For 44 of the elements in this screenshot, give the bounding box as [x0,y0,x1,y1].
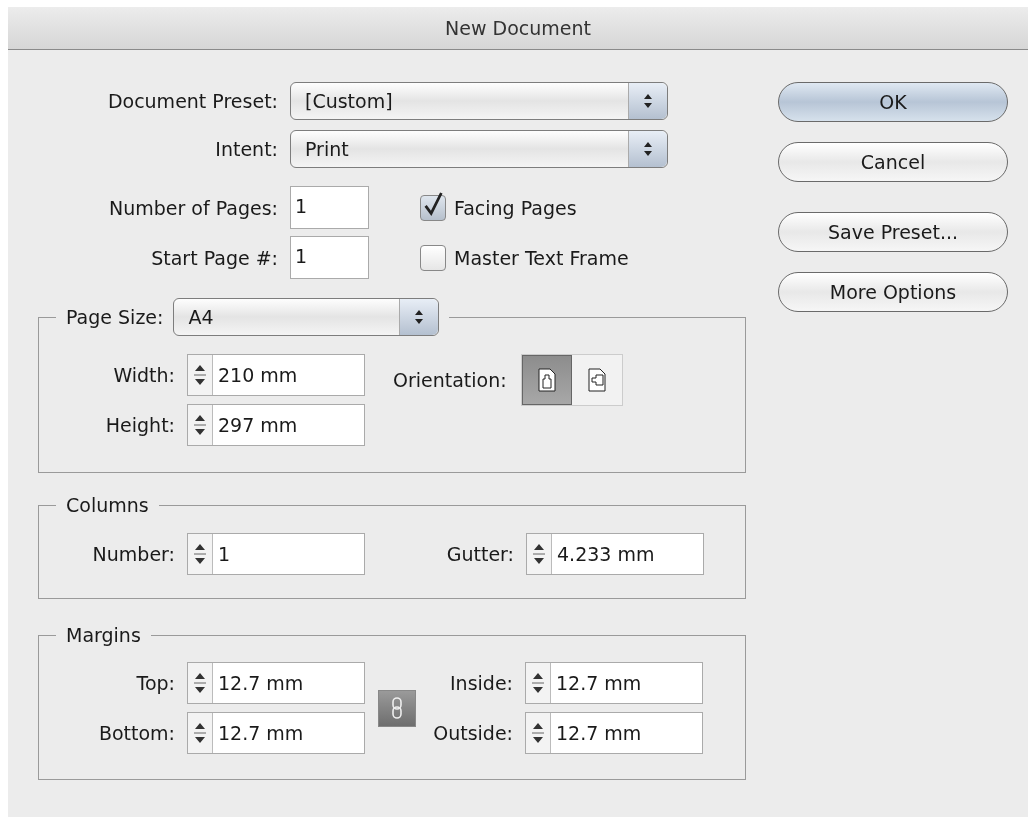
field-label: Start Page #: [150,246,278,269]
field-label: Top: [135,672,175,694]
checkbox-item[interactable]: Facing Pages [420,194,577,221]
orientation-button[interactable] [521,355,572,405]
link-toggle-button[interactable] [378,689,416,727]
field-label: Outside: [432,722,513,744]
field-label: Number: [91,543,175,565]
spin-field[interactable]: 12.7 mm [187,662,365,704]
preset-dropdown[interactable]: [Custom] [290,82,668,120]
field-label: Bottom: [97,722,175,744]
spin-field[interactable]: 12.7 mm [187,712,365,754]
intent-dropdown[interactable]: Print [290,130,668,168]
spin-field[interactable]: 12.7 mm [525,662,703,704]
checkbox-item[interactable]: Master Text Frame [420,244,629,271]
dialog-button[interactable]: More Options [778,272,1008,312]
group-label: Page Size: [66,306,164,328]
field-label: Height: [104,414,175,436]
spin-field[interactable]: 1 [187,533,365,575]
updown-arrows-icon [643,141,653,157]
field-label: Inside: [449,672,513,694]
field-label: Number of Pages: [108,196,278,219]
dialog-button[interactable]: Cancel [778,142,1008,182]
updown-arrows-icon [414,309,425,325]
field-label: Orientation: [393,369,507,391]
dialog-button[interactable]: OK [778,82,1008,122]
group-label: Margins [66,624,141,646]
start-page-field[interactable]: 1 [290,236,369,279]
field-label: Intent: [214,138,278,160]
updown-arrows-icon [643,93,653,109]
group-label: Columns [66,494,149,516]
page-size-dropdown[interactable]: A4 [173,298,440,336]
portrait-page-icon [537,368,556,392]
spin-field[interactable]: 12.7 mm [525,712,703,754]
field-label: Gutter: [445,543,514,565]
field-label: Width: [112,364,175,386]
spin-field[interactable]: 210 mm [187,354,365,396]
dialog-button[interactable]: Save Preset... [778,212,1008,252]
spin-field[interactable]: 4.233 mm [526,533,704,575]
window-title: New Document [445,17,591,39]
chain-link-icon [391,697,403,719]
number-of-pages-field[interactable]: 1 [290,186,369,229]
spin-field[interactable]: 297 mm [187,404,365,446]
field-label: Document Preset: [106,90,278,112]
landscape-page-icon [587,368,606,392]
